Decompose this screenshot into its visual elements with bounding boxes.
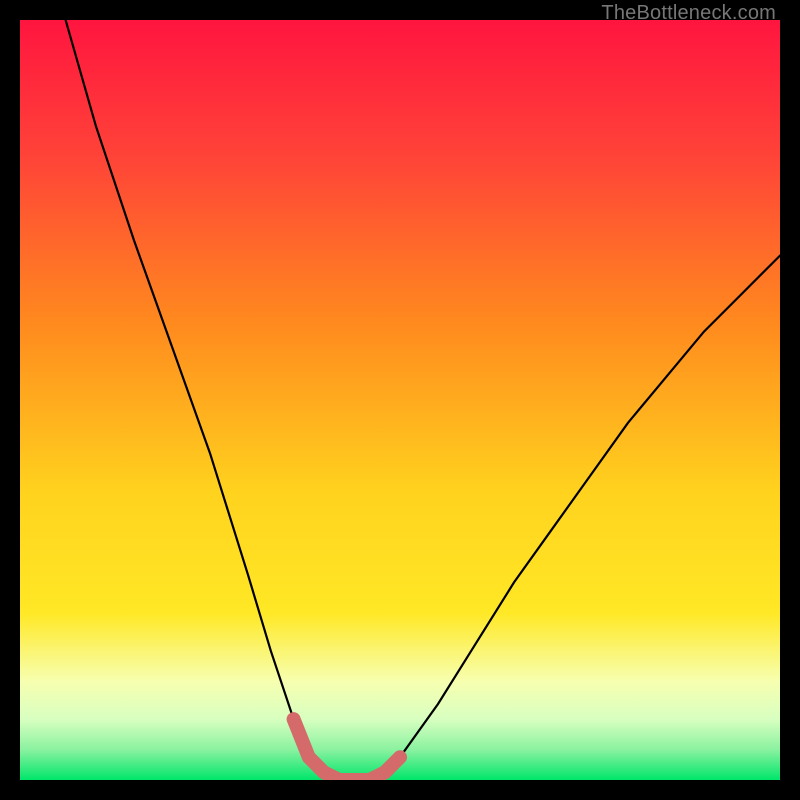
gradient-background [20,20,780,780]
watermark-text: TheBottleneck.com [601,2,776,25]
plot-area [20,20,780,780]
chart-frame: TheBottleneck.com [0,0,800,800]
chart-svg [20,20,780,780]
